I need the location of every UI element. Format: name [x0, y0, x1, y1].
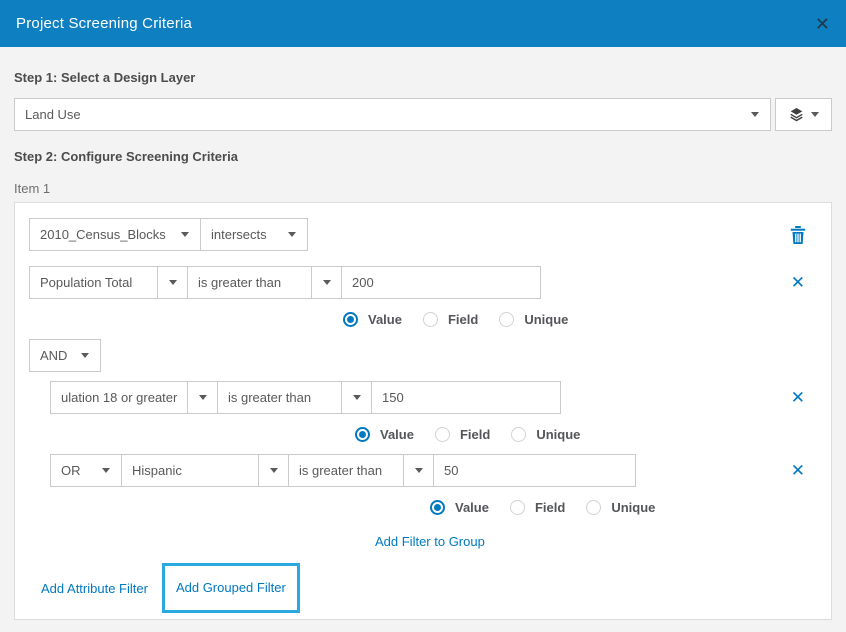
chevron-down-icon [170, 219, 200, 250]
dialog-title: Project Screening Criteria [16, 15, 192, 32]
group-logic-value: AND [30, 348, 70, 363]
remove-filter2-icon[interactable]: ✕ [791, 389, 805, 406]
chevron-down-icon [811, 112, 819, 117]
chevron-down-icon [403, 455, 433, 486]
attribute-filter-row-3: OR Hispanic is greater than ✕ [50, 454, 817, 487]
filter1-radio-value[interactable] [343, 312, 358, 327]
dialog-header: Project Screening Criteria ✕ [0, 0, 846, 47]
filter3-radio-unique-label: Unique [611, 500, 655, 515]
chevron-down-icon [70, 340, 100, 371]
design-layer-value: Land Use [15, 107, 740, 122]
design-layer-select[interactable]: Land Use [14, 98, 771, 131]
filter2-value-input[interactable] [371, 381, 561, 414]
filter1-radio-field[interactable] [423, 312, 438, 327]
chevron-down-icon [740, 99, 770, 130]
filter3-operator-select[interactable]: is greater than [288, 454, 434, 487]
design-layer-row: Land Use [14, 98, 832, 131]
filter2-radio-value[interactable] [355, 427, 370, 442]
filter2-operator-select[interactable]: is greater than [217, 381, 372, 414]
filter3-logic-select[interactable]: OR [50, 454, 122, 487]
step1-label: Step 1: Select a Design Layer [14, 70, 832, 85]
filter1-radio-field-label: Field [448, 312, 478, 327]
filter1-mode-radio-group: Value Field Unique [343, 312, 817, 327]
filter2-radio-unique[interactable] [511, 427, 526, 442]
item-1-panel: 2010_Census_Blocks intersects [14, 202, 832, 620]
delete-item-button[interactable] [790, 226, 806, 244]
chevron-down-icon [311, 267, 341, 298]
filter3-radio-unique[interactable] [586, 500, 601, 515]
filter3-radio-field[interactable] [510, 500, 525, 515]
add-filter-to-group-link[interactable]: Add Filter to Group [375, 534, 485, 549]
layers-stack-icon [789, 107, 804, 122]
filter1-operator-select[interactable]: is greater than [187, 266, 342, 299]
filter2-operator-value: is greater than [218, 390, 341, 405]
filter3-field-select[interactable]: Hispanic [121, 454, 289, 487]
remove-filter3-icon[interactable]: ✕ [791, 462, 805, 479]
chevron-down-icon [277, 219, 307, 250]
spatial-operator-value: intersects [201, 227, 277, 242]
filter1-field-select[interactable]: Population Total [29, 266, 188, 299]
filter1-radio-unique-label: Unique [524, 312, 568, 327]
grouped-filter-section: ulation 18 or greater is greater than ✕ … [50, 381, 817, 561]
filter3-field-value: Hispanic [122, 463, 258, 478]
chevron-down-icon [157, 267, 187, 298]
layer-options-button[interactable] [775, 98, 832, 131]
screening-layer-value: 2010_Census_Blocks [30, 227, 170, 242]
filter1-field-value: Population Total [30, 275, 157, 290]
filter1-radio-value-label: Value [368, 312, 402, 327]
filter2-field-value: ulation 18 or greater [51, 390, 187, 405]
filter1-value-input[interactable] [341, 266, 541, 299]
filter1-operator-value: is greater than [188, 275, 311, 290]
spatial-operator-select[interactable]: intersects [200, 218, 308, 251]
spatial-filter-row: 2010_Census_Blocks intersects [29, 218, 817, 251]
add-grouped-filter-link[interactable]: Add Grouped Filter [176, 580, 286, 595]
filter2-radio-value-label: Value [380, 427, 414, 442]
filter3-value-input[interactable] [433, 454, 636, 487]
item-1-label: Item 1 [14, 181, 832, 196]
filter3-logic-value: OR [51, 463, 91, 478]
chevron-down-icon [187, 382, 217, 413]
screening-layer-select[interactable]: 2010_Census_Blocks [29, 218, 201, 251]
filter3-operator-value: is greater than [289, 463, 403, 478]
step2-label: Step 2: Configure Screening Criteria [14, 149, 832, 164]
remove-filter1-icon[interactable]: ✕ [791, 274, 805, 291]
attribute-filter-row-1: Population Total is greater than ✕ [29, 266, 817, 299]
filter3-radio-value-label: Value [455, 500, 489, 515]
filter3-radio-field-label: Field [535, 500, 565, 515]
filter2-field-select[interactable]: ulation 18 or greater [50, 381, 218, 414]
filter2-radio-field-label: Field [460, 427, 490, 442]
chevron-down-icon [91, 455, 121, 486]
close-icon[interactable]: ✕ [815, 15, 830, 33]
add-grouped-filter-highlight-box[interactable]: Add Grouped Filter [162, 563, 300, 613]
filter2-radio-unique-label: Unique [536, 427, 580, 442]
group-logic-select[interactable]: AND [29, 339, 101, 372]
attribute-filter-row-2: ulation 18 or greater is greater than ✕ [50, 381, 817, 414]
chevron-down-icon [341, 382, 371, 413]
dialog-body: Step 1: Select a Design Layer Land Use S… [0, 70, 846, 632]
panel-links-row: Add Attribute Filter Add Grouped Filter [29, 563, 817, 613]
add-attribute-filter-link[interactable]: Add Attribute Filter [41, 581, 148, 596]
chevron-down-icon [258, 455, 288, 486]
filter3-radio-value[interactable] [430, 500, 445, 515]
filter3-mode-radio-group: Value Field Unique [430, 500, 817, 515]
filter2-radio-field[interactable] [435, 427, 450, 442]
filter2-mode-radio-group: Value Field Unique [355, 427, 817, 442]
project-screening-criteria-dialog: Project Screening Criteria ✕ Step 1: Sel… [0, 0, 846, 632]
filter1-radio-unique[interactable] [499, 312, 514, 327]
